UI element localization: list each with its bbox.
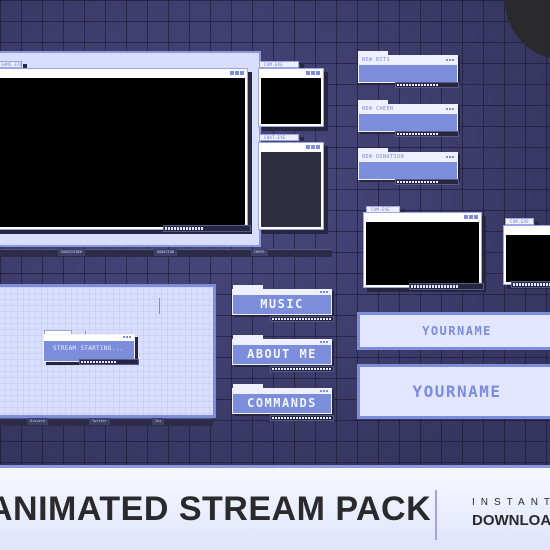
window-controls [446,108,454,110]
social-twitter: Twitter [89,418,110,425]
footer-title: ANIMATED STREAM PACK [0,490,432,528]
window-controls [306,71,320,75]
social-discord: Discord [27,418,48,425]
panel-commands: COMMANDS [232,388,332,414]
panel-about-me: ABOUT ME [232,339,332,365]
panel-label: COMMANDS [247,396,317,410]
game-window-tab: GAME.EXE [0,61,27,68]
name-frame-large: YOURNAME [357,364,550,419]
game-progress-bar [163,225,251,232]
game-window [0,68,248,230]
webcam-small [503,225,550,285]
footer-subtitle-download: DOWNLOAD [472,512,550,529]
cam-screen [261,78,321,124]
window-controls [320,390,328,392]
webcam-progress-bar [511,281,550,288]
info-label-subscriber: SUBSCRIBER [58,249,86,256]
info-label-donation: DONATION [154,249,177,256]
starting-progress-bar [79,359,139,365]
cam-window [258,68,324,127]
social-instagram: Ins [152,418,165,425]
alert-progress-bar [395,131,459,137]
alert-new-donation: NEW DONATION [358,152,458,180]
alert-title: NEW BITS [362,57,391,63]
window-controls [464,215,478,219]
chat-window [258,142,324,230]
window-controls [446,59,454,61]
webcam-large-screen [366,222,479,285]
cam-window-tab: CAM.EXE [259,61,304,68]
panel-progress-bar [270,366,334,372]
footer-banner: ANIMATED STREAM PACK INSTANT DOWNLOAD [0,465,550,550]
panel-label: ABOUT ME [247,347,317,361]
alert-new-bits: NEW BITS [358,55,458,83]
footer-divider [435,490,437,540]
panel-progress-bar [270,316,334,322]
webcam-progress-bar [409,283,484,290]
alert-new-cheer: NEW CHEER [358,104,458,132]
window-controls [306,145,320,149]
name-frame-small: YOURNAME [357,312,550,350]
webcam-large [363,212,482,288]
starting-message: STREAM STARTING... [53,345,124,352]
alert-progress-bar [395,82,459,88]
name-frame-label: YOURNAME [422,324,492,338]
footer-subtitle-instant: INSTANT [472,497,550,508]
name-frame-label: YOURNAME [412,382,502,401]
window-controls [320,291,328,293]
webcam-small-tab: CAM.EXE [505,218,539,225]
panel-label: MUSIC [260,297,304,311]
starting-window: STREAM STARTING... [43,334,135,362]
game-screen [0,78,245,227]
webcam-small-screen [506,235,550,282]
chat-window-tab: CHAT.EXE [259,134,304,141]
panel-music: MUSIC [232,289,332,315]
alert-title: NEW DONATION [362,154,405,160]
alert-title: NEW CHEER [362,106,394,112]
chat-screen [261,152,321,227]
window-controls [230,71,244,75]
panel-progress-bar [270,415,334,421]
window-controls [446,156,454,158]
info-label-cheer: CHEER [251,249,268,256]
window-controls [123,336,131,338]
decorative-tick [159,298,160,314]
alert-progress-bar [395,179,459,185]
window-controls [320,341,328,343]
